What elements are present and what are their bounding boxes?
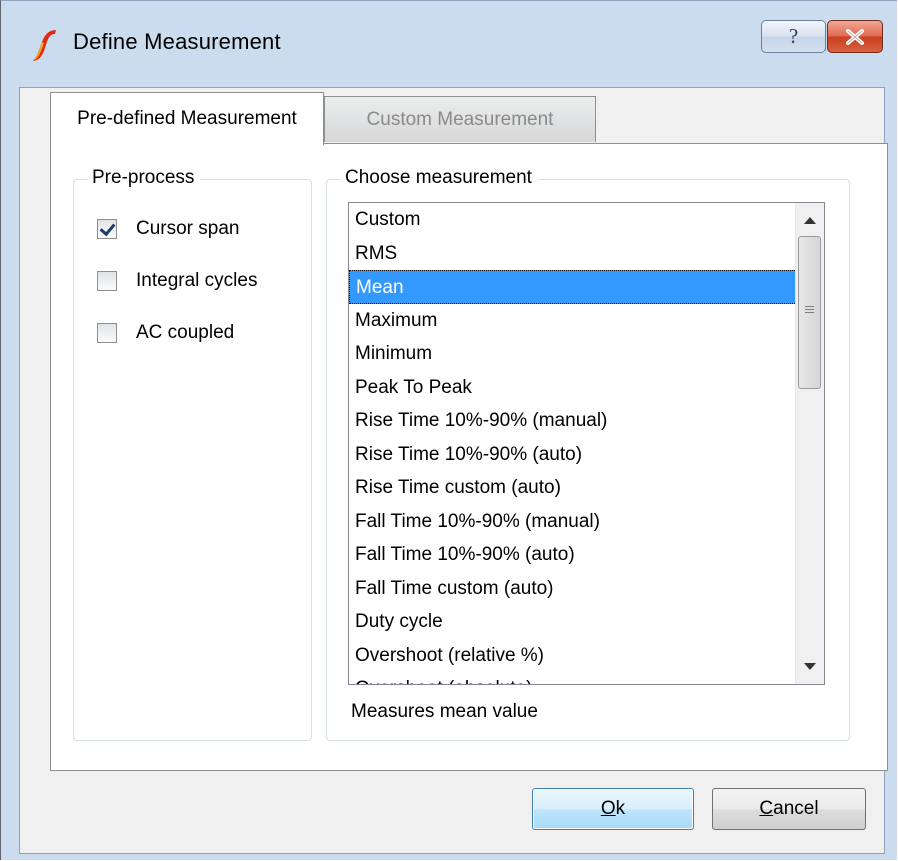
tab-custom-measurement[interactable]: Custom Measurement (324, 96, 596, 142)
tab-predefined-measurement[interactable]: Pre-defined Measurement (50, 92, 324, 145)
scroll-up-arrow-icon[interactable] (804, 217, 816, 224)
measurement-description: Measures mean value (351, 701, 538, 722)
list-item[interactable]: Fall Time custom (auto) (349, 572, 797, 606)
choose-measurement-group: Choose measurement Custom RMS Mean Maximum M… (326, 167, 850, 741)
scroll-down-arrow-icon[interactable] (804, 663, 816, 670)
ac-coupled-checkbox[interactable]: AC coupled (97, 322, 234, 344)
list-item[interactable]: Rise Time custom (auto) (349, 471, 797, 505)
tab-panel: Pre-process Cursor span Integral cycles … (50, 143, 888, 771)
close-button[interactable] (827, 20, 883, 53)
cancel-mnemonic: C (759, 798, 774, 819)
cancel-button[interactable]: Cancel (712, 788, 866, 830)
measurement-listbox[interactable]: Custom RMS Mean Maximum Minimum Peak To Peak R… (348, 202, 825, 685)
checkbox-box[interactable] (97, 271, 117, 291)
list-item[interactable]: Peak To Peak (349, 371, 797, 405)
help-button[interactable]: ? (761, 20, 826, 53)
dialog-client-area: Pre-defined Measurement Custom Measureme… (19, 87, 888, 854)
cursor-span-checkbox[interactable]: Cursor span (97, 218, 240, 240)
list-item[interactable]: Duty cycle (349, 605, 797, 639)
list-item[interactable]: Overshoot (relative %) (349, 639, 797, 673)
app-logo-icon (33, 30, 56, 61)
close-icon (846, 28, 864, 45)
preprocess-group: Pre-process Cursor span Integral cycles … (73, 167, 312, 741)
checkbox-label: AC coupled (136, 322, 235, 343)
preprocess-group-label: Pre-process (88, 167, 201, 189)
dialog-window: Define Measurement ? Pre-defined Measure… (0, 0, 897, 860)
cancel-label: ancel (773, 798, 819, 819)
vertical-scrollbar[interactable] (795, 203, 824, 684)
list-item[interactable]: Rise Time 10%-90% (manual) (349, 404, 797, 438)
choose-measurement-label: Choose measurement (341, 167, 538, 189)
list-item[interactable]: Minimum (349, 337, 797, 371)
window-title: Define Measurement (73, 29, 281, 54)
list-item[interactable]: Rise Time 10%-90% (auto) (349, 438, 797, 472)
list-item[interactable]: Custom (349, 203, 797, 237)
ok-label: k (615, 798, 626, 819)
list-item[interactable]: Maximum (349, 304, 797, 338)
checkbox-label: Integral cycles (136, 270, 258, 291)
ok-button[interactable]: Ok (532, 788, 694, 830)
list-item[interactable]: Overshoot (absolute) (349, 672, 797, 684)
scrollbar-thumb[interactable] (798, 236, 821, 389)
help-icon: ? (788, 24, 799, 48)
ok-mnemonic: O (600, 798, 616, 819)
list-item-selected[interactable]: Mean (349, 270, 797, 304)
checkbox-label: Cursor span (136, 218, 240, 239)
list-item[interactable]: Fall Time 10%-90% (manual) (349, 505, 797, 539)
title-bar[interactable]: Define Measurement ? (1, 1, 898, 87)
measurement-list: Custom RMS Mean Maximum Minimum Peak To Peak R… (349, 203, 797, 684)
list-item[interactable]: RMS (349, 237, 797, 271)
integral-cycles-checkbox[interactable]: Integral cycles (97, 270, 257, 292)
checkbox-box-checked[interactable] (97, 219, 117, 239)
list-item[interactable]: Fall Time 10%-90% (auto) (349, 538, 797, 572)
checkbox-box[interactable] (97, 323, 117, 343)
grip-icon (805, 306, 814, 315)
